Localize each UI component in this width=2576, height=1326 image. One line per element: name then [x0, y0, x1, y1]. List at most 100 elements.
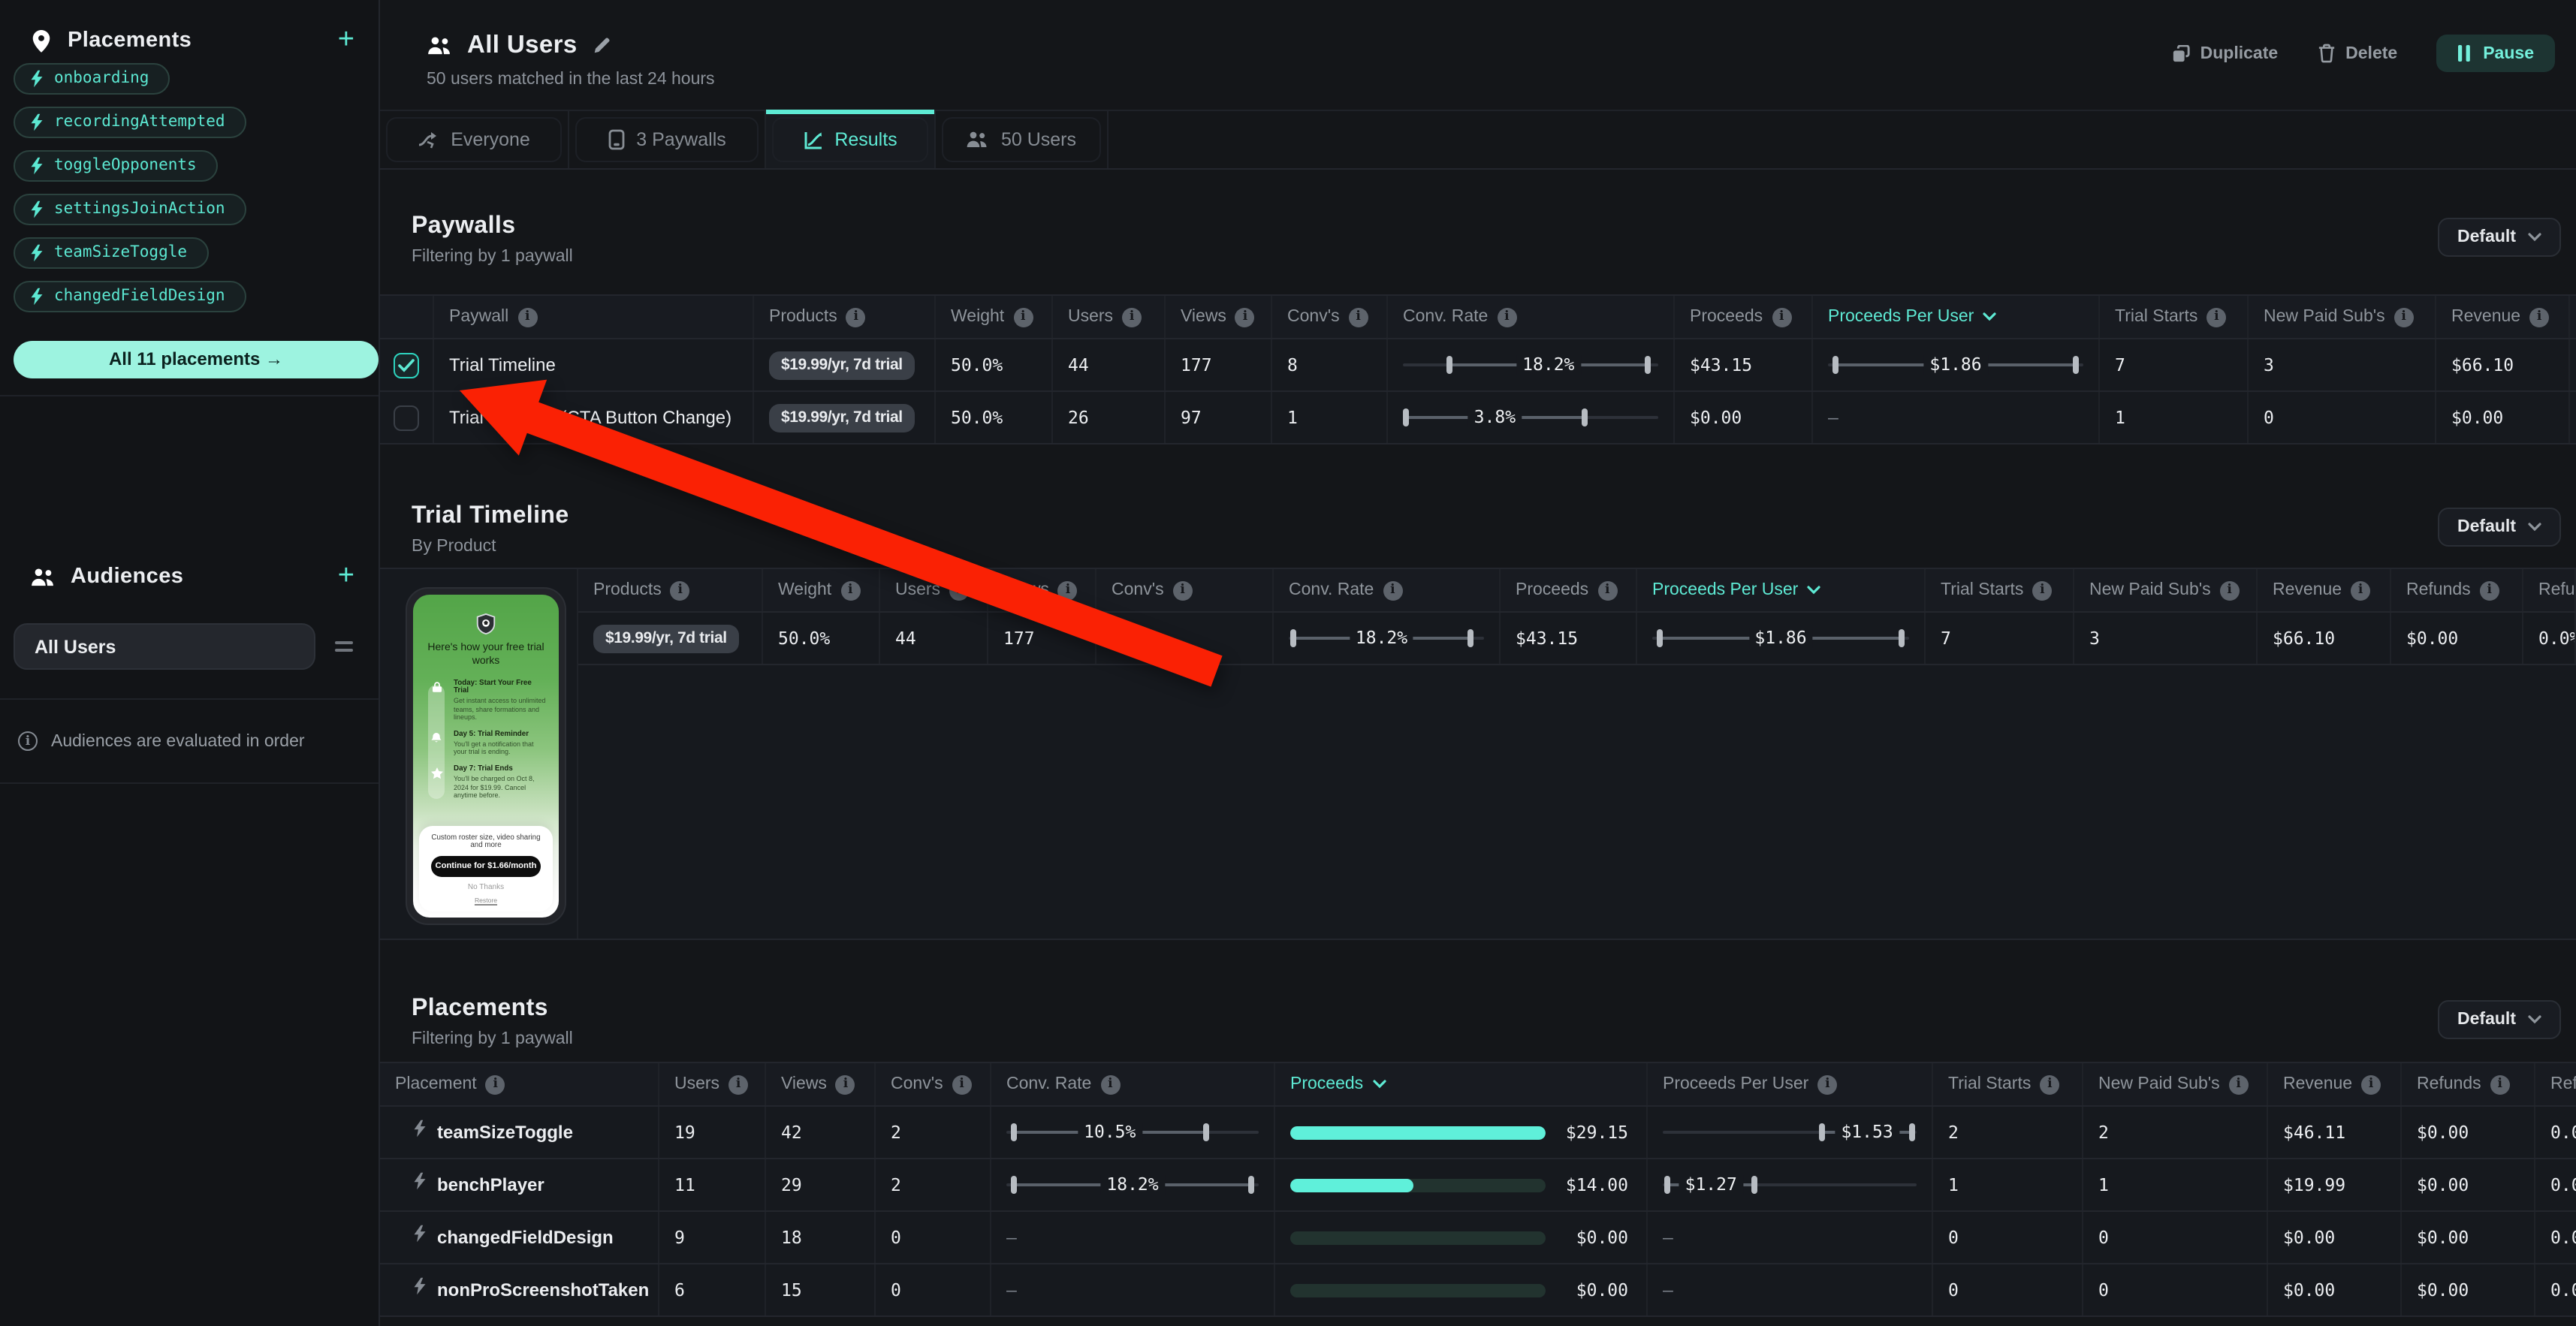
range-slider[interactable]: $1.53	[1663, 1123, 1917, 1141]
row-checkbox[interactable]	[394, 352, 419, 378]
placement-pill-settingsJoinAction[interactable]: settingsJoinAction	[14, 194, 246, 225]
value-cell: 1	[1272, 392, 1388, 443]
column-header-trial-starts[interactable]: Trial Startsi	[1926, 569, 2074, 611]
range-slider[interactable]: 3.8%	[1403, 408, 1658, 426]
column-header-placement[interactable]: Placementi	[380, 1063, 659, 1105]
range-slider[interactable]: 18.2%	[1289, 629, 1484, 647]
value-cell: 7	[2100, 339, 2249, 390]
drag-handle-icon[interactable]	[335, 637, 353, 656]
table-row[interactable]: Trial Timeline (CTA Button Change)$19.99…	[380, 392, 2576, 445]
info-icon: i	[2490, 1074, 2510, 1094]
column-header-proceeds[interactable]: Proceedsi	[1675, 296, 1813, 338]
add-placement-button[interactable]: +	[338, 29, 354, 53]
column-header-trial-starts[interactable]: Trial Startsi	[2100, 296, 2249, 338]
column-header-refunds[interactable]: Refundsi	[2391, 569, 2523, 611]
table-row[interactable]: Trial Timeline$19.99/yr, 7d trial50.0%44…	[380, 339, 2576, 392]
column-header-proceeds-per-user[interactable]: Proceeds Per User	[1813, 296, 2100, 338]
range-slider[interactable]: 18.2%	[1403, 356, 1658, 374]
column-header-products[interactable]: Productsi	[754, 296, 936, 338]
range-cell: $1.86	[1637, 613, 1926, 664]
tab-50-users[interactable]: 50 Users	[936, 111, 1109, 168]
paywalls-default-dropdown[interactable]: Default	[2438, 218, 2561, 257]
column-header-views[interactable]: Viewsi	[988, 569, 1096, 611]
table-row[interactable]: changedFieldDesign9180–$0.00–00$0.00$0.0…	[380, 1212, 2576, 1264]
restore-link[interactable]: Restore	[427, 897, 545, 904]
column-header-trial-starts[interactable]: Trial Startsi	[1933, 1063, 2083, 1105]
no-thanks-link[interactable]: No Thanks	[427, 883, 545, 892]
tab-results[interactable]: Results	[766, 111, 936, 168]
column-header-refund-rate[interactable]: Refund Ratei	[2523, 569, 2576, 611]
table-row[interactable]: teamSizeToggle1942210.5%$29.15$1.5322$46…	[380, 1107, 2576, 1159]
range-cell: 18.2%	[991, 1159, 1275, 1210]
range-slider[interactable]: $1.86	[1828, 356, 2083, 374]
table-row[interactable]: benchPlayer1129218.2%$14.00$1.2711$19.99…	[380, 1159, 2576, 1212]
tab-3-paywalls[interactable]: 3 Paywalls	[569, 111, 766, 168]
column-header-conv-s[interactable]: Conv'si	[1096, 569, 1274, 611]
column-header-proceeds[interactable]: Proceedsi	[1501, 569, 1637, 611]
info-icon: i	[2351, 580, 2370, 600]
table-row[interactable]: nonProScreenshotTaken6150–$0.00–00$0.00$…	[380, 1264, 2576, 1317]
info-icon: i	[1497, 307, 1516, 327]
column-header-proceeds-per-user[interactable]: Proceeds Per Useri	[1648, 1063, 1933, 1105]
column-header-new-paid-sub-s[interactable]: New Paid Sub'si	[2074, 569, 2258, 611]
placements-default-dropdown[interactable]: Default	[2438, 1000, 2561, 1039]
pause-button[interactable]: Pause	[2436, 35, 2555, 72]
column-header-refund-rate[interactable]: Refund Ratei	[2535, 1063, 2576, 1105]
column-header-revenue[interactable]: Revenuei	[2436, 296, 2570, 338]
column-header-paywall[interactable]: Paywalli	[434, 296, 754, 338]
column-header-new-paid-sub-s[interactable]: New Paid Sub'si	[2249, 296, 2436, 338]
placement-pill-toggleOpponents[interactable]: toggleOpponents	[14, 150, 218, 181]
table-header-row: PaywalliProductsiWeightiUsersiViewsiConv…	[380, 294, 2576, 339]
column-header-weight[interactable]: Weighti	[763, 569, 880, 611]
delete-button[interactable]: Delete	[2317, 44, 2397, 63]
column-header-refunds[interactable]: Refundsi	[2402, 1063, 2535, 1105]
range-slider[interactable]: 18.2%	[1006, 1176, 1259, 1194]
column-header-users[interactable]: Usersi	[1053, 296, 1166, 338]
info-icon: i	[846, 307, 866, 327]
column-header-conv-s[interactable]: Conv'si	[1272, 296, 1388, 338]
range-slider[interactable]: 10.5%	[1006, 1123, 1259, 1141]
continue-button[interactable]: Continue for $1.66/month	[431, 856, 540, 877]
placement-pill-changedFieldDesign[interactable]: changedFieldDesign	[14, 281, 246, 312]
column-header-revenue[interactable]: Revenuei	[2258, 569, 2391, 611]
column-header-users[interactable]: Usersi	[659, 1063, 766, 1105]
paywall-preview-thumbnail[interactable]: Here's how your free trial works Today: …	[406, 587, 566, 925]
column-header-views[interactable]: Viewsi	[1166, 296, 1272, 338]
column-header-views[interactable]: Viewsi	[766, 1063, 876, 1105]
paywalls-title: Paywalls	[412, 213, 573, 240]
edit-pencil-icon[interactable]	[593, 36, 612, 56]
all-placements-button[interactable]: All 11 placements →	[14, 341, 379, 378]
slider-handle	[1011, 1123, 1017, 1141]
column-header-revenue[interactable]: Revenuei	[2268, 1063, 2402, 1105]
duplicate-button[interactable]: Duplicate	[2172, 44, 2279, 62]
tab-everyone[interactable]: Everyone	[380, 111, 569, 168]
column-header-weight[interactable]: Weighti	[936, 296, 1053, 338]
value-cell: $19.99	[2268, 1159, 2402, 1210]
range-cell: 3.8%	[1388, 392, 1675, 443]
value-cell: 177	[988, 613, 1096, 664]
table-row[interactable]: $19.99/yr, 7d trial50.0%44177818.2%$43.1…	[578, 613, 2576, 665]
row-checkbox[interactable]	[394, 405, 419, 430]
column-header-conv-rate[interactable]: Conv. Ratei	[1274, 569, 1501, 611]
value-cell: 0	[1933, 1212, 2083, 1263]
paywalls-subtitle: Filtering by 1 paywall	[412, 248, 573, 266]
audience-item-all-users[interactable]: All Users	[14, 623, 315, 670]
add-audience-button[interactable]: +	[338, 565, 354, 589]
trial-timeline-default-dropdown[interactable]: Default	[2438, 508, 2561, 547]
column-header-conv-s[interactable]: Conv'si	[876, 1063, 991, 1105]
sidebar-placements-header: Placements +	[30, 24, 354, 57]
column-header-conv-rate[interactable]: Conv. Ratei	[1388, 296, 1675, 338]
range-slider[interactable]: $1.86	[1652, 629, 1909, 647]
column-header-proceeds[interactable]: Proceeds	[1275, 1063, 1648, 1105]
column-header-users[interactable]: Usersi	[880, 569, 988, 611]
column-header-proceeds-per-user[interactable]: Proceeds Per User	[1637, 569, 1926, 611]
sort-chevron-icon	[1807, 586, 1820, 595]
info-icon: i	[836, 1074, 855, 1094]
placement-pill-teamSizeToggle[interactable]: teamSizeToggle	[14, 237, 208, 268]
column-header-new-paid-sub-s[interactable]: New Paid Sub'si	[2083, 1063, 2268, 1105]
placement-pill-onboarding[interactable]: onboarding	[14, 63, 170, 94]
column-header-products[interactable]: Productsi	[578, 569, 763, 611]
placement-pill-recordingAttempted[interactable]: recordingAttempted	[14, 107, 246, 137]
column-header-conv-rate[interactable]: Conv. Ratei	[991, 1063, 1275, 1105]
range-slider[interactable]: $1.27	[1663, 1176, 1917, 1194]
